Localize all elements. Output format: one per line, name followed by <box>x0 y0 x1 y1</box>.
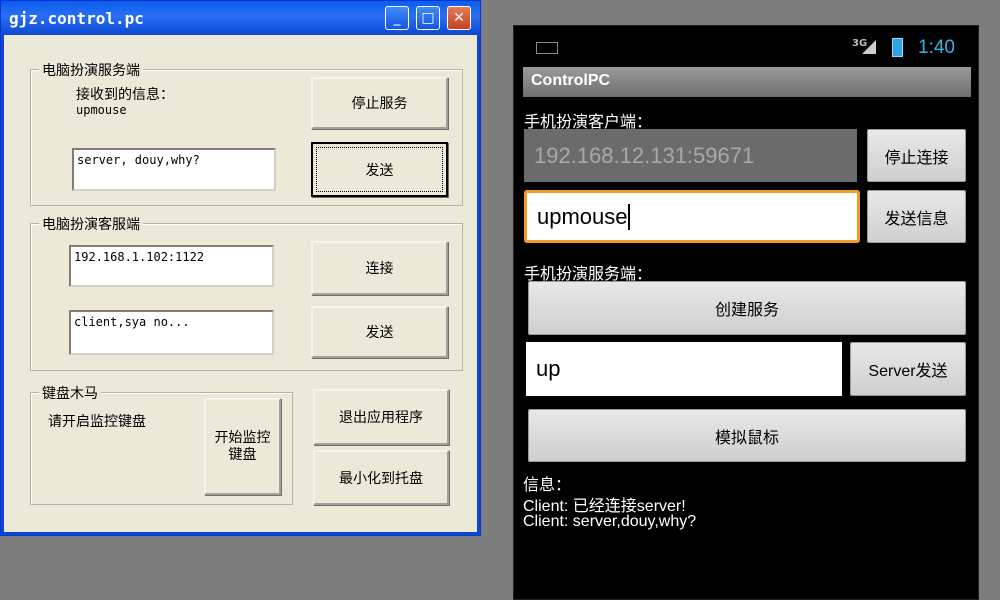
client-send-button[interactable]: 发送 <box>311 306 448 358</box>
connect-button[interactable]: 连接 <box>311 241 448 295</box>
signal-icon <box>862 40 876 54</box>
app-action-bar: ControlPC <box>523 67 971 97</box>
status-bar: 3G 1:40 <box>514 26 978 66</box>
title-bar[interactable]: gjz.control.pc _ □ ✕ <box>1 1 480 35</box>
close-icon[interactable]: ✕ <box>447 6 471 30</box>
app-title: ControlPC <box>531 72 611 89</box>
client-group-legend: 电脑扮演客服端 <box>39 214 143 234</box>
start-keylogger-button[interactable]: 开始监控键盘 <box>204 398 281 495</box>
address-field[interactable]: 192.168.12.131:59671 <box>524 129 857 182</box>
minimize-icon[interactable]: _ <box>385 6 409 30</box>
stop-connect-button[interactable]: 停止连接 <box>867 129 966 182</box>
notification-icon <box>536 42 558 54</box>
client-message-input[interactable]: client,sya no... <box>69 310 274 355</box>
received-value: upmouse <box>76 103 127 117</box>
message-field[interactable]: upmouse <box>524 190 860 243</box>
window-border-bottom <box>1 532 480 535</box>
simulate-mouse-button[interactable]: 模拟鼠标 <box>528 409 966 462</box>
send-message-button[interactable]: 发送信息 <box>867 190 966 243</box>
server-send-button-phone[interactable]: Server发送 <box>850 342 966 396</box>
window-border-right <box>477 35 480 535</box>
server-group-legend: 电脑扮演服务端 <box>39 60 143 80</box>
window-border-left <box>1 35 4 535</box>
android-screen: 3G 1:40 ControlPC 手机扮演客户端： 192.168.12.13… <box>513 25 979 600</box>
server-message-field[interactable]: up <box>526 342 842 396</box>
battery-icon <box>892 38 903 57</box>
exit-app-button[interactable]: 退出应用程序 <box>313 389 449 445</box>
stop-service-button[interactable]: 停止服务 <box>311 77 448 129</box>
client-address-input[interactable]: 192.168.1.102:1122 <box>69 245 274 287</box>
maximize-icon[interactable]: □ <box>416 6 440 30</box>
received-label: 接收到的信息： <box>76 87 174 103</box>
text-cursor <box>627 203 630 230</box>
pc-app-window: gjz.control.pc _ □ ✕ 电脑扮演服务端 接收到的信息： upm… <box>0 0 481 536</box>
keylogger-group-legend: 键盘木马 <box>39 383 101 403</box>
create-service-button[interactable]: 创建服务 <box>528 281 966 335</box>
minimize-to-tray-button[interactable]: 最小化到托盘 <box>313 450 449 505</box>
server-send-button[interactable]: 发送 <box>311 142 448 197</box>
info-line: Client: server,douy,why? <box>523 513 697 530</box>
status-time: 1:40 <box>918 37 955 58</box>
keylogger-hint: 请开启监控键盘 <box>48 414 146 430</box>
message-field-text: upmouse <box>537 203 628 229</box>
server-message-input[interactable]: server, douy,why? <box>72 148 276 191</box>
window-title: gjz.control.pc <box>9 9 144 28</box>
